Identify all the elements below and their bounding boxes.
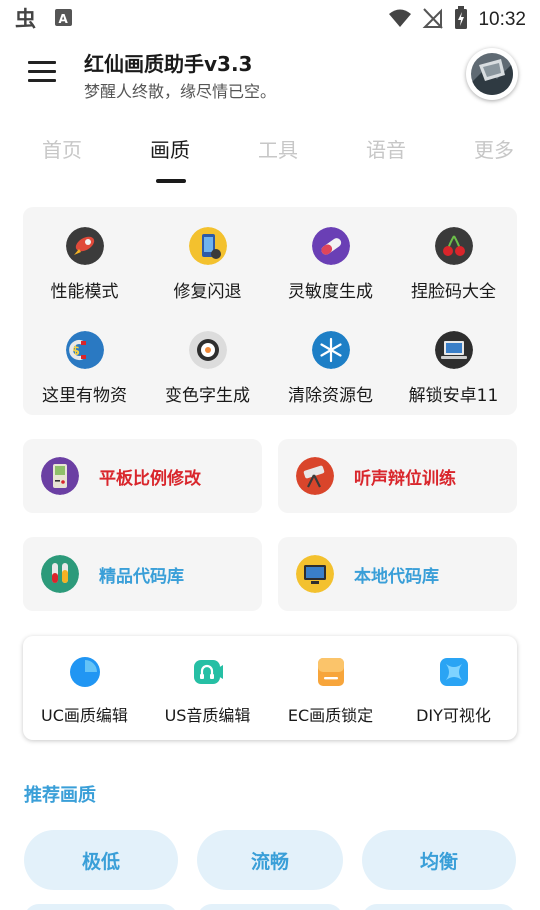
avatar-image <box>471 53 513 95</box>
grid-label: 这里有物资 <box>42 386 127 406</box>
bug-icon: 虫 <box>14 6 40 34</box>
avatar[interactable] <box>466 48 518 100</box>
monitor-icon <box>296 555 334 593</box>
document-icon <box>315 656 347 688</box>
recommend-title: 推荐画质 <box>24 785 96 806</box>
quality-option-next-row[interactable] <box>24 904 178 910</box>
sushi-icon <box>188 331 227 369</box>
wifi-icon <box>388 7 412 33</box>
quality-option-smooth[interactable]: 流畅 <box>197 830 343 890</box>
a-badge-icon: A <box>54 8 74 32</box>
puzzle-icon <box>438 656 470 688</box>
quality-option-balanced[interactable]: 均衡 <box>362 830 516 890</box>
app-subtitle: 梦醒人终散，缘尽情已空。 <box>84 82 277 101</box>
sound-position-card[interactable]: 听声辩位训练 <box>278 439 517 513</box>
diy-visual[interactable]: DIY可视化 <box>392 636 515 740</box>
grid-label: 修复闪退 <box>173 282 242 302</box>
grid-item-color-text[interactable]: 变色字生成 <box>146 315 269 411</box>
tablet-ratio-card[interactable]: 平板比例修改 <box>23 439 262 513</box>
grid-item-supplies[interactable]: $ 这里有物资 <box>23 315 146 411</box>
local-code-label: 本地代码库 <box>354 567 439 587</box>
uc-quality-editor[interactable]: UC画质编辑 <box>23 636 146 740</box>
grid-label: 灵敏度生成 <box>288 282 373 302</box>
diy-visual-label: DIY可视化 <box>416 706 491 725</box>
uc-quality-label: UC画质编辑 <box>41 706 128 725</box>
status-bar: 虫 A 10:32 <box>0 0 540 36</box>
money-magnet-icon: $ <box>65 331 104 369</box>
svg-text:虫: 虫 <box>15 7 36 30</box>
feature-grid: 性能模式 修复闪退 灵敏度生成 捏脸码大全 $ 这里有物资 变色字生成 清除资源… <box>23 207 517 415</box>
grid-label: 清除资源包 <box>288 386 373 406</box>
sound-position-label: 听声辩位训练 <box>354 469 456 489</box>
grid-item-fix-crash[interactable]: 修复闪退 <box>146 211 269 307</box>
grid-label: 捏脸码大全 <box>411 282 496 302</box>
grid-item-clear-resources[interactable]: 清除资源包 <box>269 315 392 411</box>
rocket-icon <box>65 227 104 265</box>
grid-item-face-codes[interactable]: 捏脸码大全 <box>392 211 515 307</box>
tab-more[interactable]: 更多 <box>474 134 514 163</box>
gameboy-icon <box>41 457 79 495</box>
cherry-icon <box>434 227 473 265</box>
capsule-icon <box>311 227 350 265</box>
tab-home[interactable]: 首页 <box>42 134 82 163</box>
menu-icon[interactable] <box>22 56 62 90</box>
tab-indicator <box>156 179 186 183</box>
grid-item-unlock-android11[interactable]: 解锁安卓11 <box>392 315 515 411</box>
grid-label: 性能模式 <box>50 282 119 302</box>
grid-item-performance-mode[interactable]: 性能模式 <box>23 211 146 307</box>
tab-voice[interactable]: 语音 <box>366 134 406 163</box>
test-tubes-icon <box>41 555 79 593</box>
premium-code-label: 精品代码库 <box>99 567 184 587</box>
clock: 10:32 <box>478 9 526 30</box>
svg-text:A: A <box>59 12 69 26</box>
snowflake-icon <box>311 331 350 369</box>
grid-item-sensitivity[interactable]: 灵敏度生成 <box>269 211 392 307</box>
premium-code-card[interactable]: 精品代码库 <box>23 537 262 611</box>
quality-option-lowest[interactable]: 极低 <box>24 830 178 890</box>
tab-quality[interactable]: 画质 <box>150 134 190 163</box>
tab-bar: 首页 画质 工具 语音 更多 <box>0 128 540 184</box>
tablet-ratio-label: 平板比例修改 <box>99 469 201 489</box>
telescope-icon <box>296 457 334 495</box>
ec-quality-lock[interactable]: EC画质锁定 <box>269 636 392 740</box>
ec-quality-label: EC画质锁定 <box>287 706 374 725</box>
app-header: 红仙画质助手v3.3 梦醒人终散，缘尽情已空。 <box>0 40 540 110</box>
local-code-card[interactable]: 本地代码库 <box>278 537 517 611</box>
battery-charging-icon <box>454 6 468 34</box>
grid-label: 变色字生成 <box>165 386 250 406</box>
phone-repair-icon <box>188 227 227 265</box>
headphone-icon <box>192 656 224 688</box>
no-signal-icon <box>422 7 444 33</box>
leaf-circle-icon <box>69 656 101 688</box>
app-title: 红仙画质助手v3.3 <box>84 52 253 76</box>
us-audio-editor[interactable]: US音质编辑 <box>146 636 269 740</box>
us-audio-label: US音质编辑 <box>164 706 251 725</box>
tab-tools[interactable]: 工具 <box>258 134 298 163</box>
laptop-icon <box>434 331 473 369</box>
grid-label: 解锁安卓11 <box>408 386 499 406</box>
editor-card: UC画质编辑 US音质编辑 EC画质锁定 DIY可视化 <box>23 636 517 740</box>
quality-option-next-row[interactable] <box>197 904 343 910</box>
quality-option-next-row[interactable] <box>362 904 516 910</box>
